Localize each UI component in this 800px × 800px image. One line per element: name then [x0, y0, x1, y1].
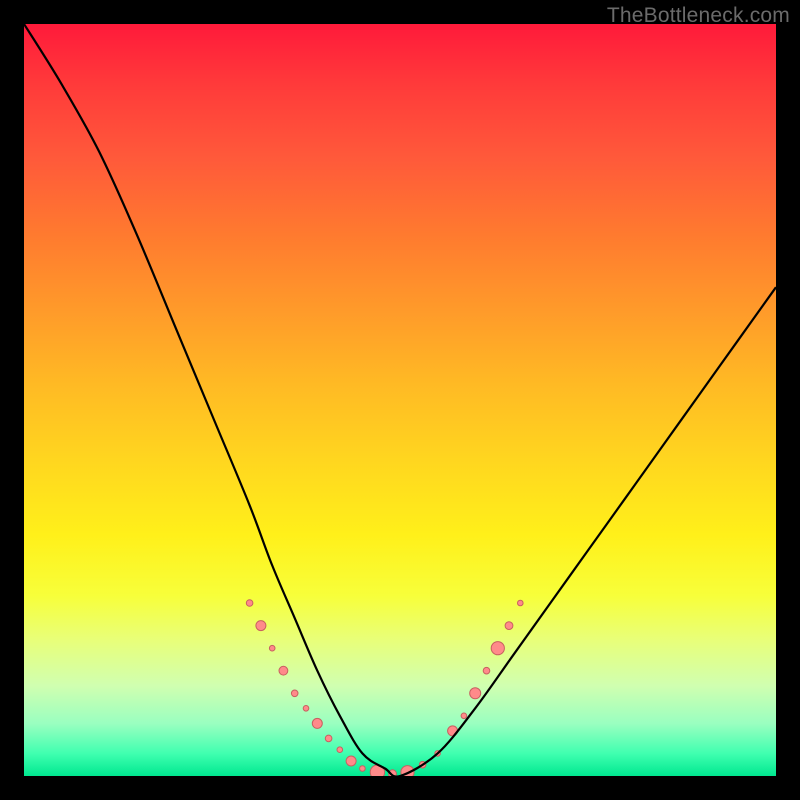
data-marker [337, 747, 343, 753]
data-marker [491, 642, 504, 655]
data-marker [312, 718, 322, 728]
data-marker [448, 726, 458, 736]
data-marker [360, 766, 366, 772]
markers-group [246, 600, 523, 776]
plot-area [24, 24, 776, 776]
data-marker [483, 667, 490, 674]
data-marker [346, 756, 356, 766]
curve-layer [24, 24, 776, 776]
data-marker [303, 706, 309, 712]
data-marker [419, 761, 426, 768]
chart-stage: TheBottleneck.com [0, 0, 800, 800]
data-marker [325, 735, 332, 742]
data-marker [461, 713, 467, 719]
data-marker [279, 666, 288, 675]
bottleneck-curve-path [24, 24, 776, 776]
data-marker [435, 751, 441, 757]
data-marker [269, 645, 275, 651]
data-marker [401, 766, 414, 776]
data-marker [470, 688, 481, 699]
data-marker [256, 621, 266, 631]
data-marker [518, 600, 524, 606]
watermark-text: TheBottleneck.com [607, 4, 790, 28]
data-marker [291, 690, 298, 697]
data-marker [370, 765, 384, 776]
data-marker [246, 600, 253, 607]
data-marker [389, 770, 397, 776]
data-marker [505, 622, 513, 630]
